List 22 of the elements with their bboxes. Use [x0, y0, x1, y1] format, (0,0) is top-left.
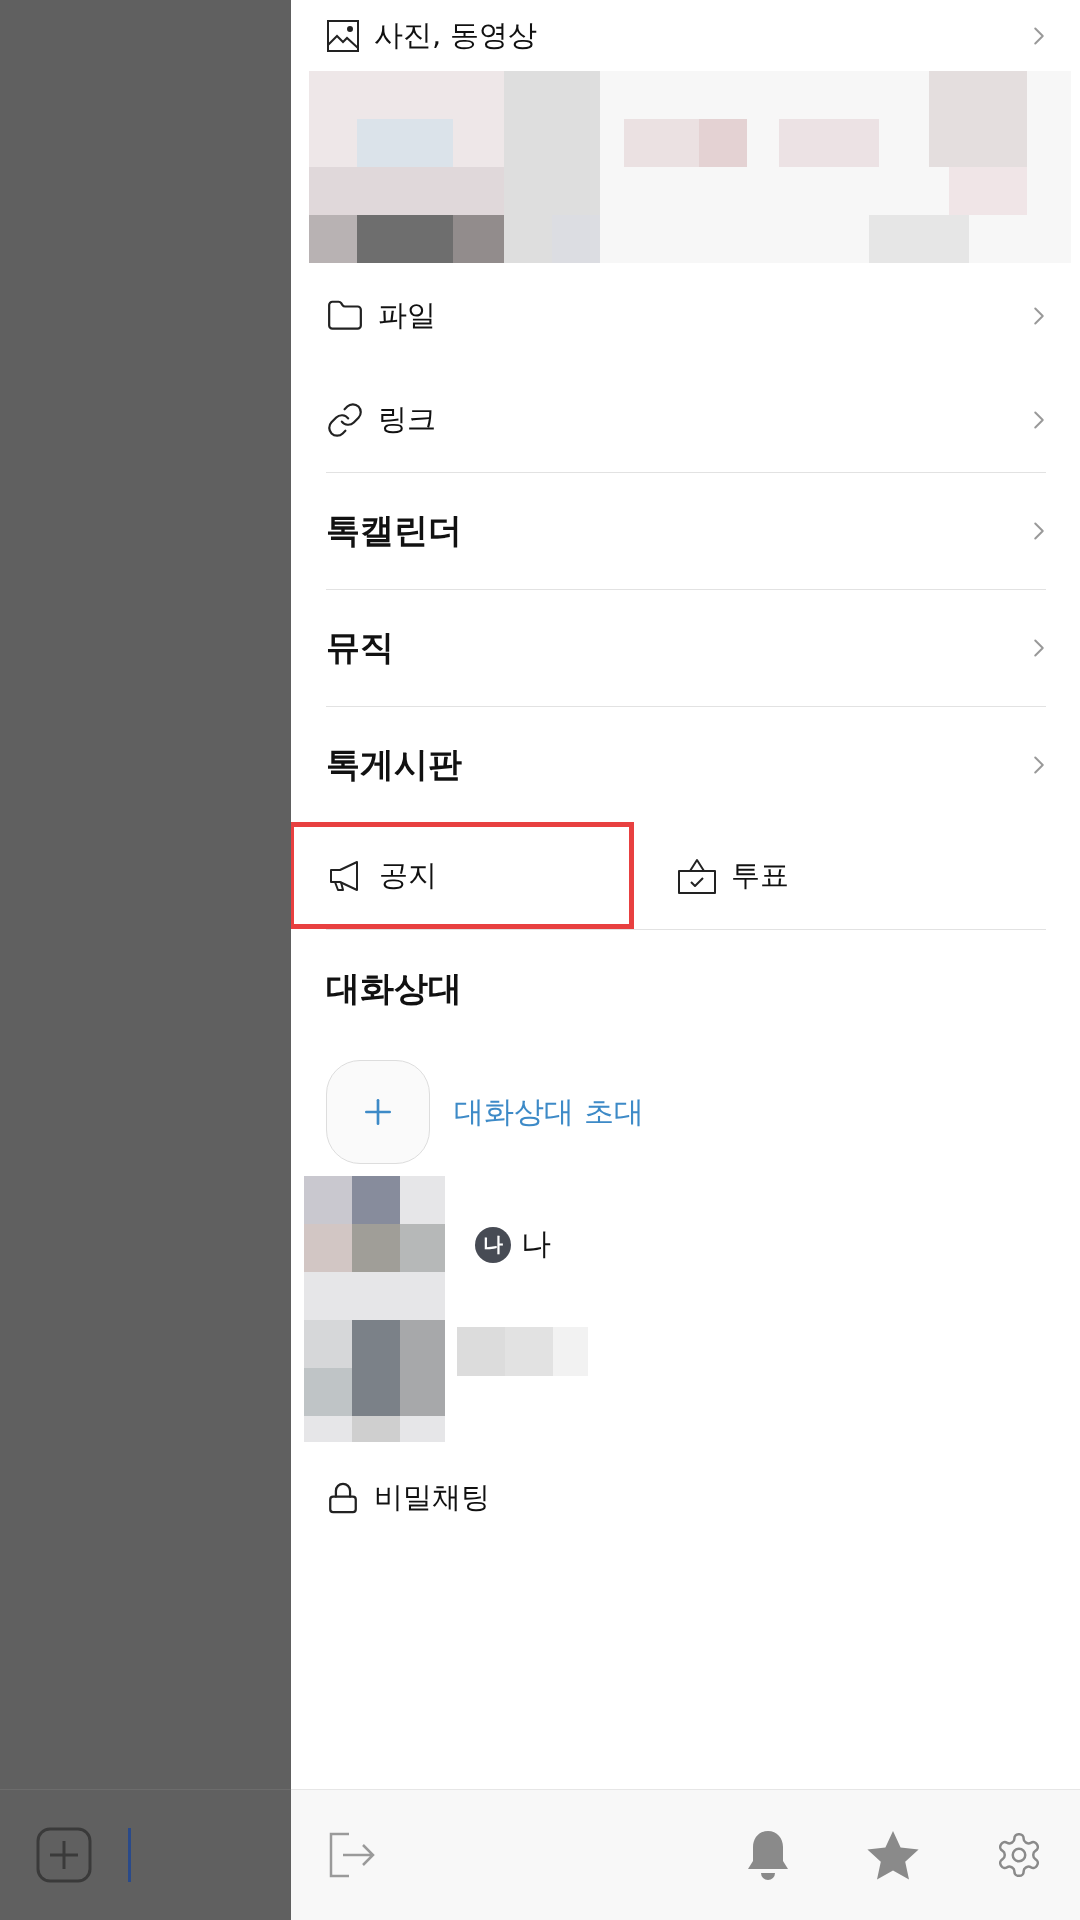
notice-item[interactable]: 공지: [291, 822, 634, 929]
invite-link[interactable]: 대화상대 초대: [454, 1091, 644, 1133]
section-title: 대화상대: [326, 967, 463, 1010]
member-name[interactable]: 나: [521, 1224, 551, 1265]
section-item[interactable]: 뮤직: [326, 625, 1010, 671]
section-item[interactable]: 톡게시판: [326, 741, 1010, 788]
star-icon[interactable]: [866, 1829, 920, 1881]
bell-icon[interactable]: [746, 1829, 790, 1881]
me-badge: 나: [475, 1226, 511, 1263]
lock-icon: [326, 1480, 360, 1515]
secret-chat-item[interactable]: 비밀채팅: [374, 1477, 1046, 1518]
menu-item[interactable]: 링크: [378, 400, 1010, 440]
vote-item[interactable]: 투표: [664, 842, 802, 909]
link-icon: [326, 401, 364, 439]
add-icon[interactable]: [36, 1827, 92, 1883]
ballot-box-icon: [677, 856, 717, 895]
text-cursor: [128, 1828, 131, 1882]
image-icon: [326, 18, 360, 53]
exit-icon[interactable]: [327, 1830, 377, 1880]
media-title[interactable]: 사진, 동영상: [374, 15, 1010, 56]
section-item[interactable]: 톡캘린더: [326, 508, 1010, 554]
menu-item[interactable]: 파일: [378, 295, 1010, 336]
